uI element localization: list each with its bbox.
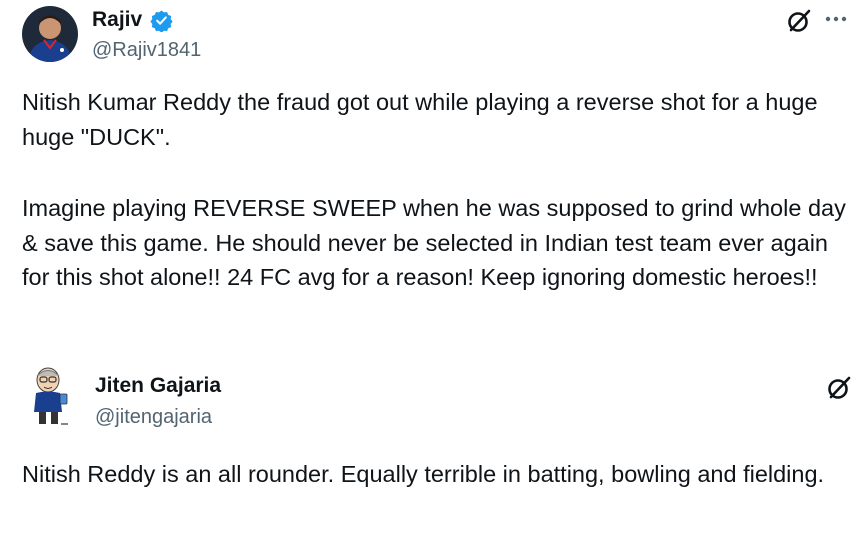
display-name[interactable]: Rajiv [92,8,142,32]
avatar[interactable] [22,6,78,62]
more-options-icon[interactable] [822,12,850,26]
cartoon-avatar [22,366,78,428]
tweet-text: Nitish Kumar Reddy the fraud got out whi… [22,89,818,150]
tweet-text: Imagine playing REVERSE SWEEP when he wa… [22,195,846,290]
post-rajiv[interactable]: Rajiv @Rajiv1841 Nitish Kumar Reddy the … [0,0,864,348]
user-handle[interactable]: @Rajiv1841 [92,38,201,62]
user-avatar-photo [22,6,78,62]
user-handle[interactable]: @jitengajaria [95,405,212,429]
avatar[interactable] [22,366,78,428]
grok-icon[interactable] [786,8,812,34]
tweet-text: Nitish Reddy is an all rounder. Equally … [22,461,825,487]
post-jiten-gajaria[interactable]: Jiten Gajaria @jitengajaria Nitish Reddy… [0,348,864,540]
display-name[interactable]: Jiten Gajaria [95,374,221,398]
verified-badge-icon [150,10,173,32]
grok-icon[interactable] [826,375,852,401]
